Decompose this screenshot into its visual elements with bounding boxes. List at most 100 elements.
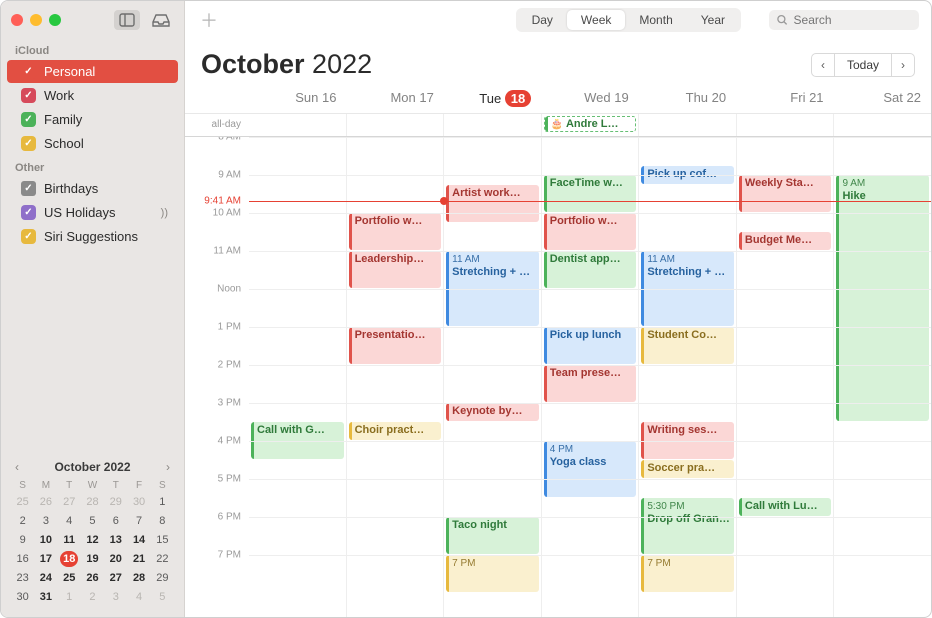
checkbox-icon[interactable]: ✓	[21, 136, 36, 151]
day-column[interactable]: FaceTime w…Portfolio w…Dentist app… Pick …	[541, 137, 639, 617]
calendar-event[interactable]: Artist work…	[446, 185, 539, 222]
calendar-event[interactable]: 5:30 PMDrop off Grandma…	[641, 498, 734, 554]
calendar-event[interactable]: Weekly Sta…	[739, 175, 832, 212]
mini-day[interactable]: 28	[130, 570, 148, 586]
calendar-event[interactable]: Budget Me…	[739, 232, 832, 250]
mini-day[interactable]: 29	[107, 494, 125, 510]
mini-day[interactable]: 14	[130, 532, 148, 548]
mini-prev-icon[interactable]: ‹	[13, 460, 21, 474]
prev-week-button[interactable]: ‹	[811, 53, 835, 77]
mini-day[interactable]: 27	[107, 570, 125, 586]
day-column[interactable]: 9 AMHike	[833, 137, 931, 617]
allday-cell[interactable]	[443, 114, 541, 136]
mini-day[interactable]: 25	[60, 570, 78, 586]
allday-cell[interactable]	[736, 114, 834, 136]
mini-day[interactable]: 13	[107, 532, 125, 548]
calendar-event[interactable]: Dentist app…	[544, 251, 637, 288]
add-event-button[interactable]: ＋	[197, 7, 221, 33]
view-switcher[interactable]: DayWeekMonthYear	[516, 8, 741, 32]
allday-cell[interactable]	[249, 114, 346, 136]
view-week[interactable]: Week	[567, 10, 625, 30]
mini-day[interactable]: 5	[83, 513, 101, 529]
mini-day[interactable]: 29	[153, 570, 171, 586]
mini-day[interactable]: 10	[37, 532, 55, 548]
mini-day[interactable]: 19	[83, 551, 101, 567]
mini-day[interactable]: 23	[14, 570, 32, 586]
mini-day[interactable]: 3	[37, 513, 55, 529]
calendar-event[interactable]: Call with Lu…	[739, 498, 832, 516]
calendar-event[interactable]: Team prese…	[544, 365, 637, 402]
calendar-event[interactable]: 7 PM	[446, 555, 539, 592]
calendar-event[interactable]: 4 PMYoga class	[544, 441, 637, 497]
checkbox-icon[interactable]: ✓	[21, 64, 36, 79]
mini-day[interactable]: 24	[37, 570, 55, 586]
mini-day[interactable]: 5	[153, 589, 171, 605]
day-column[interactable]: Weekly Sta… Budget Me… Call with Lu…	[736, 137, 834, 617]
mini-day[interactable]: 7	[130, 513, 148, 529]
checkbox-icon[interactable]: ✓	[21, 181, 36, 196]
mini-day[interactable]: 18	[60, 551, 78, 567]
mini-day[interactable]: 8	[153, 513, 171, 529]
mini-day[interactable]: 30	[130, 494, 148, 510]
mini-day[interactable]: 28	[83, 494, 101, 510]
mini-day[interactable]: 12	[83, 532, 101, 548]
allday-event[interactable]: 🎂 Andre L…	[544, 116, 637, 132]
mini-next-icon[interactable]: ›	[164, 460, 172, 474]
calendar-event[interactable]: FaceTime w…	[544, 175, 637, 212]
sidebar-item-us-holidays[interactable]: ✓US Holidays))	[7, 201, 178, 224]
mini-day[interactable]: 20	[107, 551, 125, 567]
allday-cell[interactable]	[833, 114, 931, 136]
mini-day[interactable]: 1	[153, 494, 171, 510]
sidebar-item-personal[interactable]: ✓Personal	[7, 60, 178, 83]
day-column[interactable]: Call with G…	[249, 137, 346, 617]
mini-day[interactable]: 26	[37, 494, 55, 510]
search-input[interactable]	[794, 13, 911, 27]
window-controls[interactable]	[11, 14, 61, 26]
mini-day[interactable]: 11	[60, 532, 78, 548]
mini-day[interactable]: 22	[153, 551, 171, 567]
calendar-event[interactable]: Portfolio w…	[544, 213, 637, 250]
calendar-event[interactable]: Leadership…	[349, 251, 442, 288]
mini-day[interactable]: 4	[130, 589, 148, 605]
sidebar-item-siri-suggestions[interactable]: ✓Siri Suggestions	[7, 225, 178, 248]
mini-day[interactable]: 31	[37, 589, 55, 605]
view-day[interactable]: Day	[518, 10, 567, 30]
checkbox-icon[interactable]: ✓	[21, 229, 36, 244]
calendar-event[interactable]: Student Co…	[641, 327, 734, 364]
mini-day[interactable]: 2	[83, 589, 101, 605]
mini-day[interactable]: 1	[60, 589, 78, 605]
calendar-event[interactable]: Portfolio w…	[349, 213, 442, 250]
checkbox-icon[interactable]: ✓	[21, 112, 36, 127]
mini-day[interactable]: 6	[107, 513, 125, 529]
calendar-event[interactable]: Pick up lunch	[544, 327, 637, 364]
view-month[interactable]: Month	[625, 10, 686, 30]
today-button[interactable]: Today	[835, 53, 891, 77]
calendar-event[interactable]: Taco night	[446, 517, 539, 554]
calendar-event[interactable]: 9 AMHike	[836, 175, 929, 421]
search-field[interactable]	[769, 10, 919, 30]
inbox-icon[interactable]	[148, 10, 174, 30]
sidebar-item-work[interactable]: ✓Work	[7, 84, 178, 107]
day-column[interactable]: Artist work…11 AMStretching + weightsKey…	[443, 137, 541, 617]
calendars-toggle-icon[interactable]	[114, 10, 140, 30]
allday-cell[interactable]	[346, 114, 444, 136]
mini-day[interactable]: 3	[107, 589, 125, 605]
calendar-event[interactable]: Choir pract…	[349, 422, 442, 440]
mini-day[interactable]: 2	[14, 513, 32, 529]
sidebar-item-birthdays[interactable]: ✓Birthdays	[7, 177, 178, 200]
mini-day[interactable]: 30	[14, 589, 32, 605]
minimize-icon[interactable]	[30, 14, 42, 26]
mini-day[interactable]: 17	[37, 551, 55, 567]
zoom-icon[interactable]	[49, 14, 61, 26]
mini-day[interactable]: 15	[153, 532, 171, 548]
calendar-event[interactable]: Keynote by…	[446, 403, 539, 421]
mini-day[interactable]: 4	[60, 513, 78, 529]
calendar-event[interactable]: Presentatio…	[349, 327, 442, 364]
calendar-event[interactable]: 7 PM	[641, 555, 734, 592]
day-column[interactable]: Portfolio w…Leadership… Presentatio… Choir…	[346, 137, 444, 617]
mini-day[interactable]: 16	[14, 551, 32, 567]
view-year[interactable]: Year	[687, 10, 739, 30]
day-column[interactable]: Pick up cof…11 AMStretching + weightsStu…	[638, 137, 736, 617]
calendar-event[interactable]: Soccer pra…	[641, 460, 734, 478]
mini-day[interactable]: 25	[14, 494, 32, 510]
